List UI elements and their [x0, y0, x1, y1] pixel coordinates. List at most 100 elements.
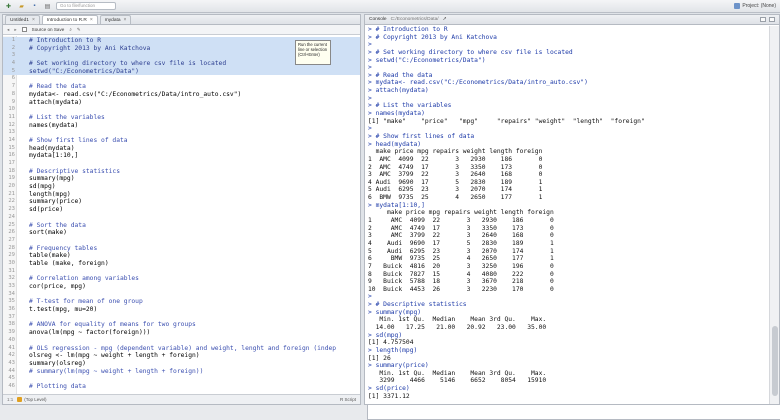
console-scrollbar[interactable] [769, 26, 779, 404]
code-text: # T-test for mean of one group [29, 298, 143, 306]
code-line[interactable]: 6 [3, 75, 360, 83]
console-input-line: > summary(price) [368, 362, 429, 370]
code-line[interactable]: 16 mydata[1:10,] [3, 152, 360, 160]
save-icon[interactable]: ▪ [30, 2, 39, 10]
code-line[interactable]: 17 [3, 160, 360, 168]
print-icon[interactable]: ▤ [43, 2, 52, 10]
code-line[interactable]: 9 attach(mydata) [3, 99, 360, 107]
line-number: 4 [11, 60, 15, 67]
new-file-icon[interactable]: ✚ [4, 2, 13, 10]
code-line[interactable]: 43 summary(olsreg) [3, 360, 360, 368]
code-line[interactable]: 33 cor(price, mpg) [3, 283, 360, 291]
code-line[interactable]: 29 table(make) [3, 252, 360, 260]
console-output[interactable]: > # Introduction to R > # Copyright 2013 … [365, 26, 769, 406]
code-line[interactable]: 37 [3, 314, 360, 322]
tab-introduction[interactable]: Introduction to R.R × [41, 15, 98, 24]
code-line[interactable]: 31 [3, 268, 360, 276]
back-arrow-icon[interactable]: ◂ [7, 27, 9, 33]
code-line[interactable]: 39 anova(lm(mpg ~ factor(foreign))) [3, 329, 360, 337]
close-icon[interactable]: × [90, 17, 93, 23]
code-line[interactable]: 12 names(mydata) [3, 122, 360, 130]
console-input-line: > [368, 293, 372, 301]
project-menu[interactable]: Project: (None) [734, 3, 776, 9]
line-number: 2 [11, 44, 15, 51]
close-icon[interactable]: × [32, 17, 35, 23]
file-type-label[interactable]: R Script [340, 397, 356, 402]
code-line[interactable]: 30 table (make, foreign) [3, 260, 360, 268]
code-line[interactable]: 22 summary(price) [3, 198, 360, 206]
console-input-line: > sd(mpg) [368, 331, 403, 339]
line-number: 8 [11, 90, 15, 97]
code-line[interactable]: 23 sd(price) [3, 206, 360, 214]
code-line[interactable]: 42 olsreg <- lm(mpg ~ weight + length + f… [3, 352, 360, 360]
code-line[interactable]: 20 sd(mpg) [3, 183, 360, 191]
forward-arrow-icon[interactable]: ▸ [14, 27, 16, 33]
code-line[interactable]: 24 [3, 214, 360, 222]
code-line[interactable]: 10 [3, 106, 360, 114]
code-line[interactable]: 5 setwd("C:/Econometrics/Data") [3, 67, 360, 76]
source-on-save-checkbox[interactable] [21, 27, 27, 32]
console-output-line: [1] "make" "price" "mpg" "repairs" "weig… [368, 117, 645, 125]
console-pane: Console C:/Econometrics/Data/ ➚ > # Intr… [364, 14, 780, 405]
line-number: 35 [8, 298, 15, 305]
line-number: 26 [8, 229, 15, 236]
console-output-line: [1] 4.757504 [368, 339, 414, 347]
tab-mydata[interactable]: mydata × [99, 15, 132, 24]
scrollbar-thumb[interactable] [772, 326, 778, 396]
console-input-line: > setwd("C:/Econometrics/Data") [368, 56, 486, 64]
tab-untitled1[interactable]: Untitled1 × [5, 15, 40, 24]
code-line[interactable]: 35 # T-test for mean of one group [3, 298, 360, 306]
code-line[interactable]: 25 # Sort the data [3, 222, 360, 230]
console-output-line: 6 BMW 9735 25 4 2650 177 1 [368, 255, 554, 263]
minimize-icon[interactable] [760, 17, 766, 22]
code-text: sort(make) [29, 229, 67, 237]
code-line[interactable]: 44 # summary(lm(mpg ~ weight + length + f… [3, 368, 360, 376]
line-number: 30 [8, 259, 15, 266]
code-line[interactable]: 45 [3, 375, 360, 383]
open-file-icon[interactable]: ▰ [17, 2, 26, 10]
close-icon[interactable]: × [124, 17, 127, 23]
code-line[interactable]: 11 # List the variables [3, 114, 360, 122]
line-number: 20 [8, 183, 15, 190]
console-output-line: Min. 1st Qu. Median Mean 3rd Qu. Max. [368, 369, 547, 377]
code-line[interactable]: 40 [3, 337, 360, 345]
code-text: olsreg <- lm(mpg ~ weight + length + for… [29, 352, 200, 360]
code-line[interactable]: 21 length(mpg) [3, 191, 360, 199]
go-to-directory-icon[interactable]: ➚ [443, 17, 447, 22]
code-line[interactable]: 38 # ANOVA for equality of means for two … [3, 321, 360, 329]
code-line[interactable]: 36 t.test(mpg, mu=20) [3, 306, 360, 314]
line-number: 29 [8, 252, 15, 259]
line-number: 19 [8, 175, 15, 182]
code-text: mydata<- read.csv("C:/Econometrics/Data/… [29, 90, 242, 98]
search-icon[interactable]: ⌕ [69, 27, 72, 32]
wand-icon[interactable]: ✎ [77, 27, 81, 33]
code-line[interactable]: 41 # OLS regression - mpg (dependent vari… [3, 345, 360, 353]
code-text: attach(mydata) [29, 98, 83, 106]
console-input-line: > mydata[1:10,] [368, 201, 425, 209]
code-line[interactable]: 46 # Plotting data [3, 383, 360, 391]
code-line[interactable]: 32 # Correlation among variables [3, 275, 360, 283]
line-number: 46 [8, 382, 15, 389]
console-input-line: > # Copyright 2013 by Ani Katchova [368, 33, 497, 41]
code-lines: 1 # Introduction to R 2 # Copyright 2013 by… [3, 37, 360, 391]
code-line[interactable]: 34 [3, 291, 360, 299]
code-line[interactable]: 7 # Read the data [3, 83, 360, 91]
code-line[interactable]: 18 # Descriptive statistics [3, 168, 360, 176]
code-line[interactable]: 13 [3, 129, 360, 137]
console-output-line: 1 AMC 4099 22 3 2930 186 0 [368, 155, 543, 163]
code-line[interactable]: 26 sort(make) [3, 229, 360, 237]
console-input-line: > # Set working directory to where csv f… [368, 48, 573, 56]
code-line[interactable]: 27 [3, 237, 360, 245]
console-input-line: > attach(mydata) [368, 87, 429, 95]
scope-indicator[interactable]: (Top Level) [17, 397, 47, 402]
line-number: 22 [8, 198, 15, 205]
code-line[interactable]: 8 mydata<- read.csv("C:/Econometrics/Data… [3, 91, 360, 99]
code-line[interactable]: 19 summary(mpg) [3, 175, 360, 183]
code-line[interactable]: 14 # Show first lines of data [3, 137, 360, 145]
code-line[interactable]: 28 # Frequency tables [3, 245, 360, 253]
console-output-line: make price mpg repairs weight length for… [368, 209, 554, 217]
maximize-icon[interactable] [769, 17, 775, 22]
code-line[interactable]: 15 head(mydata) [3, 145, 360, 153]
goto-file-input[interactable]: Go to file/function [56, 2, 116, 10]
code-editor[interactable]: 1 # Introduction to R 2 # Copyright 2013 by… [3, 36, 360, 396]
